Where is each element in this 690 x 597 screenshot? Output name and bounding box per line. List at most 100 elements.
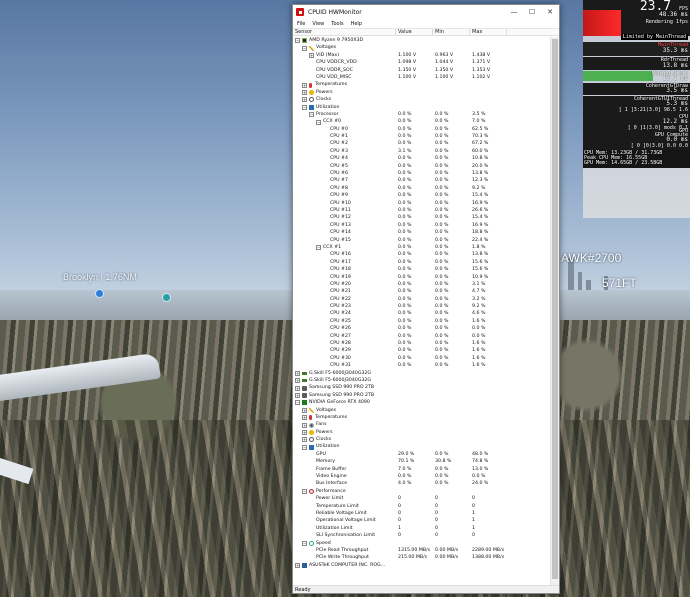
sensor-row[interactable]: − Utilization — [293, 104, 549, 111]
sensor-row[interactable]: CPU #11 0.0 % 0.0 % 26.6 % — [293, 207, 549, 214]
sensor-row[interactable]: − Voltages — [293, 44, 549, 51]
sensor-row[interactable]: CPU #2 0.0 % 0.0 % 67.2 % — [293, 140, 549, 147]
collapse-icon[interactable]: − — [302, 104, 307, 110]
poi-marker-icon[interactable] — [95, 289, 104, 298]
sensor-row[interactable]: CPU VDDR_SOC 1.350 V 1.350 V 1.353 V — [293, 67, 549, 74]
sensor-row[interactable]: CPU #14 0.0 % 0.0 % 18.8 % — [293, 229, 549, 236]
expand-icon[interactable]: + — [302, 429, 307, 435]
collapse-icon[interactable]: − — [302, 444, 307, 450]
collapse-icon[interactable]: − — [302, 540, 307, 546]
sensor-row[interactable]: + Clocks — [293, 96, 549, 103]
column-header-sensor[interactable]: Sensor — [293, 29, 396, 35]
sensor-row[interactable]: − Performance — [293, 488, 549, 495]
sensor-row[interactable]: CPU #21 0.0 % 0.0 % 4.7 % — [293, 288, 549, 295]
title-bar[interactable]: CPUID HWMonitor — ☐ ✕ — [293, 5, 559, 19]
sensor-row[interactable]: CPU #25 0.0 % 0.0 % 1.6 % — [293, 318, 549, 325]
sensor-row[interactable]: CPU #4 0.0 % 0.0 % 10.8 % — [293, 155, 549, 162]
sensor-row[interactable]: CPU VDDCR_VDD 1.098 V 1.044 V 1.371 V — [293, 59, 549, 66]
sensor-row[interactable]: − CCX #1 0.0 % 0.0 % 1.8 % — [293, 244, 549, 251]
sensor-row[interactable]: Power Limit 0 0 0 — [293, 495, 549, 502]
expand-icon[interactable]: + — [295, 392, 300, 398]
sensor-row[interactable]: Frame Buffer 7.0 % 0.0 % 13.0 % — [293, 466, 549, 473]
sensor-row[interactable]: + ASUSTeK COMPUTER INC. ROG... — [293, 562, 549, 569]
sensor-row[interactable]: + VID (Max) 1.100 V 0.963 V 1.438 V — [293, 52, 549, 59]
sensor-row[interactable]: − Speed — [293, 540, 549, 547]
expand-icon[interactable]: + — [302, 407, 307, 413]
sensor-row[interactable]: + Temperatures — [293, 81, 549, 88]
sensor-row[interactable]: + Samsung SSD 990 PRO 2TB — [293, 392, 549, 399]
sensor-row[interactable]: + Powers — [293, 429, 549, 436]
sensor-row[interactable]: CPU #29 0.0 % 0.0 % 1.6 % — [293, 347, 549, 354]
sensor-row[interactable]: CPU #9 0.0 % 0.0 % 15.4 % — [293, 192, 549, 199]
sensor-row[interactable]: CPU #6 0.0 % 0.0 % 13.8 % — [293, 170, 549, 177]
sensor-row[interactable]: − NVIDIA GeForce RTX 4090 — [293, 399, 549, 406]
sensor-row[interactable]: + Temperatures — [293, 414, 549, 421]
sensor-row[interactable]: CPU #13 0.0 % 0.0 % 16.9 % — [293, 222, 549, 229]
sensor-row[interactable]: Temperature Limit 0 0 0 — [293, 503, 549, 510]
sensor-row[interactable]: CPU #24 0.0 % 0.0 % 4.6 % — [293, 310, 549, 317]
expand-icon[interactable]: + — [302, 422, 307, 428]
expand-icon[interactable]: + — [309, 52, 314, 58]
sensor-row[interactable]: Utilization Limit 1 0 1 — [293, 525, 549, 532]
column-header-max[interactable]: Max — [470, 29, 507, 35]
expand-icon[interactable]: + — [295, 378, 300, 384]
sensor-row[interactable]: + G.Skill F5-6000J3040G32G — [293, 377, 549, 384]
sensor-row[interactable]: + Powers — [293, 89, 549, 96]
collapse-icon[interactable]: − — [302, 45, 307, 51]
sensor-row[interactable]: − CCX #0 0.0 % 0.0 % 7.0 % — [293, 118, 549, 125]
sensor-row[interactable]: CPU #12 0.0 % 0.0 % 15.4 % — [293, 214, 549, 221]
sensor-row[interactable]: Reliable Voltage Limit 0 0 1 — [293, 510, 549, 517]
sensor-row[interactable]: CPU #8 0.0 % 0.0 % 9.2 % — [293, 185, 549, 192]
sensor-row[interactable]: CPU #30 0.0 % 0.0 % 1.6 % — [293, 355, 549, 362]
expand-icon[interactable]: + — [302, 415, 307, 421]
sensor-row[interactable]: CPU #17 0.0 % 0.0 % 15.6 % — [293, 259, 549, 266]
sensor-row[interactable]: CPU #1 0.0 % 0.0 % 70.3 % — [293, 133, 549, 140]
sensor-row[interactable]: CPU VDD_MISC 1.100 V 1.100 V 1.102 V — [293, 74, 549, 81]
sensor-row[interactable]: Video Engine 0.0 % 0.0 % 0.0 % — [293, 473, 549, 480]
sensor-row[interactable]: − Utilization — [293, 443, 549, 450]
sensor-row[interactable]: CPU #26 0.0 % 0.0 % 0.0 % — [293, 325, 549, 332]
sensor-row[interactable]: GPU 29.0 % 0.0 % 48.0 % — [293, 451, 549, 458]
sensor-row[interactable]: Bus Interface 4.0 % 0.0 % 24.0 % — [293, 480, 549, 487]
column-header-value[interactable]: Value — [396, 29, 433, 35]
collapse-icon[interactable]: − — [295, 400, 300, 406]
collapse-icon[interactable]: − — [295, 38, 300, 44]
maximize-button[interactable]: ☐ — [523, 5, 541, 19]
collapse-icon[interactable]: − — [316, 119, 321, 125]
sensor-row[interactable]: Operational Voltage Limit 0 0 1 — [293, 517, 549, 524]
sensor-row[interactable]: CPU #31 0.0 % 0.0 % 1.6 % — [293, 362, 549, 369]
expand-icon[interactable]: + — [302, 97, 307, 103]
menu-help[interactable]: Help — [351, 21, 362, 27]
minimize-button[interactable]: — — [505, 5, 523, 19]
expand-icon[interactable]: + — [302, 89, 307, 95]
menu-file[interactable]: File — [297, 21, 305, 27]
collapse-icon[interactable]: − — [316, 245, 321, 251]
sensor-row[interactable]: + G.Skill F5-6000J3040G32G — [293, 370, 549, 377]
expand-icon[interactable]: + — [302, 82, 307, 88]
expand-icon[interactable]: + — [295, 370, 300, 376]
sensor-row[interactable]: CPU #27 0.0 % 0.0 % 0.0 % — [293, 333, 549, 340]
sensor-row[interactable]: + Samsung SSD 990 PRO 2TB — [293, 384, 549, 391]
sensor-row[interactable]: SLI Synchronisation Limit 0 0 0 — [293, 532, 549, 539]
vertical-scrollbar[interactable] — [550, 37, 559, 586]
expand-icon[interactable]: + — [295, 562, 300, 568]
sensor-row[interactable]: + Fans — [293, 421, 549, 428]
sensor-row[interactable]: + Clocks — [293, 436, 549, 443]
sensor-row[interactable]: CPU #18 0.0 % 0.0 % 15.6 % — [293, 266, 549, 273]
expand-icon[interactable]: + — [302, 437, 307, 443]
sensor-row[interactable]: PCIe Read Throughput 1315.00 MB/s 0.00 MB/… — [293, 547, 549, 554]
sensor-row[interactable]: − Processor 0.0 % 0.0 % 3.5 % — [293, 111, 549, 118]
sensor-row[interactable]: CPU #0 0.0 % 0.0 % 62.5 % — [293, 126, 549, 133]
sensor-row[interactable]: CPU #7 0.0 % 0.0 % 12.3 % — [293, 177, 549, 184]
sensor-row[interactable]: CPU #20 0.0 % 0.0 % 3.1 % — [293, 281, 549, 288]
sensor-row[interactable]: CPU #19 0.0 % 0.0 % 10.9 % — [293, 274, 549, 281]
menu-view[interactable]: View — [312, 21, 324, 27]
sensor-row[interactable]: CPU #15 0.0 % 0.0 % 22.4 % — [293, 237, 549, 244]
sensor-row[interactable]: CPU #16 0.0 % 0.0 % 13.8 % — [293, 251, 549, 258]
menu-tools[interactable]: Tools — [331, 21, 343, 27]
scrollbar-thumb[interactable] — [552, 39, 558, 579]
collapse-icon[interactable]: − — [302, 489, 307, 495]
sensor-row[interactable]: + Voltages — [293, 407, 549, 414]
collapse-icon[interactable]: − — [309, 112, 314, 118]
sensor-row[interactable]: CPU #28 0.0 % 0.0 % 1.6 % — [293, 340, 549, 347]
